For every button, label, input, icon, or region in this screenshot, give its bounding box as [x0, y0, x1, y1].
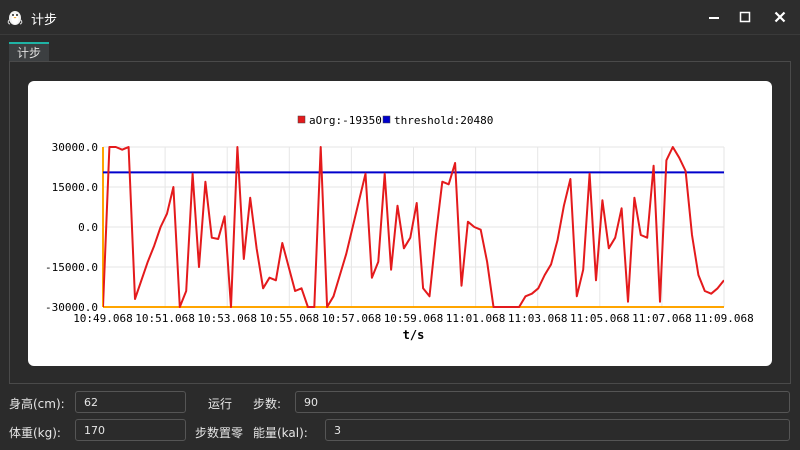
y-tick-label: 15000.0	[52, 181, 98, 194]
legend-label-threshold: threshold:20480	[394, 114, 493, 127]
tab-step-counter[interactable]: 计步	[9, 42, 49, 61]
title-bar: 计步	[0, 0, 800, 35]
weight-label: 体重(kg):	[9, 426, 61, 440]
window-title: 计步	[31, 13, 58, 28]
height-input[interactable]	[75, 391, 186, 413]
height-label: 身高(cm):	[9, 397, 65, 411]
run-button[interactable]: 运行	[208, 395, 232, 412]
steps-field[interactable]	[295, 391, 790, 413]
minimize-icon[interactable]	[702, 6, 726, 28]
legend-label-aorg: aOrg:-19350	[309, 114, 382, 127]
maximize-icon[interactable]	[733, 6, 757, 28]
energy-field[interactable]	[325, 419, 790, 441]
x-tick-label: 11:09.068	[694, 312, 754, 325]
legend-swatch-aorg	[297, 115, 306, 124]
app-penguin-icon	[7, 11, 23, 25]
x-tick-label: 11:05.068	[570, 312, 630, 325]
close-icon[interactable]	[768, 6, 792, 28]
x-tick-label: 10:57.068	[322, 312, 382, 325]
x-axis-title: t/s	[403, 328, 425, 342]
step-chart: 10:49.068 10:51.068 10:53.068 10:55.068 10:5…	[45, 114, 754, 342]
chart-card: 10:49.068 10:51.068 10:53.068 10:55.068 10:5…	[28, 81, 772, 366]
tab-label: 计步	[16, 46, 41, 60]
weight-input[interactable]	[75, 419, 186, 441]
reset-steps-button[interactable]: 步数置零	[195, 424, 243, 441]
y-tick-label: 0.0	[78, 221, 98, 234]
y-tick-label: -30000.0	[45, 301, 98, 314]
legend-swatch-threshold	[382, 115, 391, 124]
x-tick-label: 11:01.068	[446, 312, 506, 325]
x-tick-label: 10:55.068	[259, 312, 319, 325]
x-tick-label: 10:59.068	[384, 312, 444, 325]
y-tick-label: -15000.0	[45, 261, 98, 274]
x-tick-label: 11:07.068	[632, 312, 692, 325]
y-tick-label: 30000.0	[52, 141, 98, 154]
x-tick-label: 11:03.068	[508, 312, 568, 325]
steps-label: 步数:	[253, 397, 282, 411]
x-tick-label: 10:51.068	[135, 312, 195, 325]
energy-label: 能量(kal):	[253, 426, 308, 440]
x-tick-label: 10:53.068	[197, 312, 257, 325]
